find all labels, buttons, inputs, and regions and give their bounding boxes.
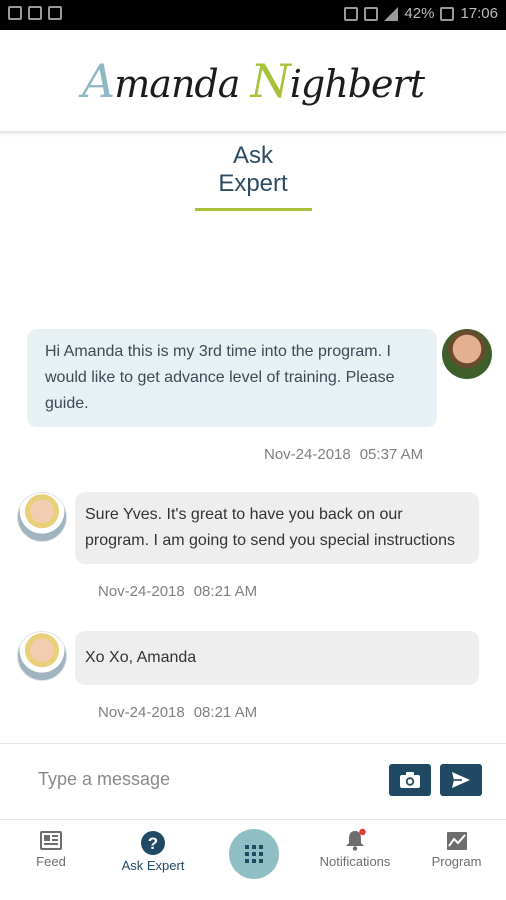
wifi-icon <box>364 6 379 21</box>
message-composer <box>0 743 506 819</box>
bell-icon <box>346 828 366 851</box>
expert-avatar[interactable] <box>17 631 67 681</box>
grid-icon <box>245 845 263 863</box>
expert-avatar[interactable] <box>17 492 67 542</box>
app-header: Amanda Nighbert <box>0 30 506 133</box>
message-bubble-received: Xo Xo, Amanda <box>75 631 479 685</box>
status-left-icons <box>8 6 62 20</box>
camera-button[interactable] <box>389 764 431 796</box>
message-bubble-received: Sure Yves. It's great to have you back o… <box>75 492 479 564</box>
newspaper-icon <box>40 831 62 850</box>
message-timestamp: Nov-24-2018 05:37 AM <box>264 446 424 463</box>
message-bubble-sent: Hi Amanda this is my 3rd time into the p… <box>27 329 437 427</box>
mute-icon <box>344 6 359 21</box>
nav-notifications[interactable]: Notifications <box>309 820 401 900</box>
question-icon: ? <box>141 831 165 855</box>
voicemail-icon <box>28 6 42 20</box>
bottom-nav: Feed ? Ask Expert Notifications Program <box>0 819 506 900</box>
nav-feed[interactable]: Feed <box>20 820 82 900</box>
nav-program-label: Program <box>431 854 482 869</box>
chart-icon <box>446 832 467 850</box>
nav-program[interactable]: Program <box>424 820 489 900</box>
send-icon <box>452 772 470 788</box>
nav-ask-expert-label: Ask Expert <box>121 858 185 873</box>
svg-text:?: ? <box>148 834 158 853</box>
status-bar: 42% 17:06 <box>0 0 506 30</box>
page-title-wrap: Ask Expert <box>0 142 506 211</box>
nav-feed-label: Feed <box>36 854 66 869</box>
message-timestamp: Nov-24-2018 08:21 AM <box>98 583 258 600</box>
menu-grid-button[interactable] <box>229 829 279 879</box>
nav-ask-expert[interactable]: ? Ask Expert <box>113 820 193 900</box>
battery-percent: 42% <box>404 5 435 22</box>
status-right: 42% 17:06 <box>344 5 498 22</box>
message-input[interactable] <box>38 764 368 794</box>
page-title: Ask Expert <box>194 142 312 211</box>
user-avatar[interactable] <box>442 329 492 379</box>
image-icon <box>8 6 22 20</box>
signal-icon <box>384 6 399 21</box>
brand-logo: Amanda Nighbert <box>82 54 425 108</box>
message-icon <box>48 6 62 20</box>
message-timestamp: Nov-24-2018 08:21 AM <box>98 704 258 721</box>
status-time: 17:06 <box>460 5 498 22</box>
battery-icon <box>440 6 455 21</box>
nav-notifications-label: Notifications <box>319 854 391 869</box>
send-button[interactable] <box>440 764 482 796</box>
camera-icon <box>400 772 420 788</box>
